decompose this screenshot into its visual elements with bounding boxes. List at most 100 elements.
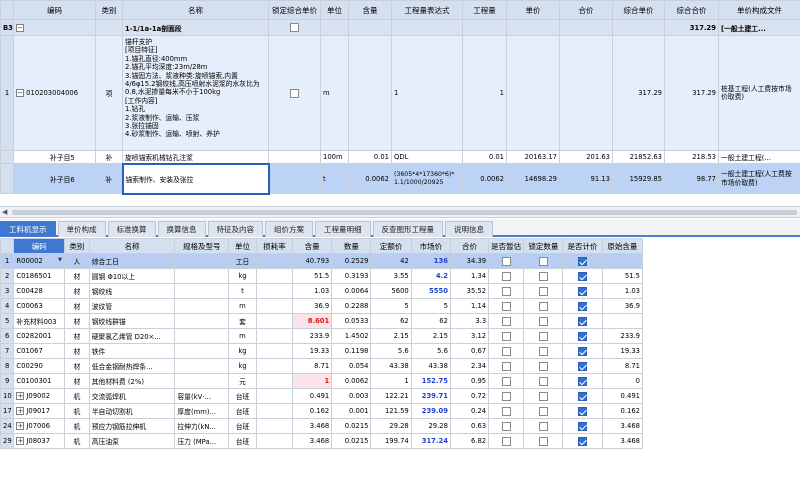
resource-loss[interactable]: [255, 403, 294, 419]
sub-item-row[interactable]: 补子目5 补 旋喷锚索机械钻孔注浆 100m 0.01 QDL 0.01 201…: [0, 150, 800, 164]
resource-loss[interactable]: [255, 298, 294, 314]
resource-row[interactable]: 24 + J07006 机预应力钢筋拉伸机 拉伸力(kN... 台班 3.468 0.0215…: [0, 418, 644, 434]
resource-name[interactable]: 半自动切割机: [88, 403, 176, 419]
resource-market[interactable]: 317.24: [410, 433, 451, 449]
resource-spec[interactable]: [174, 298, 230, 314]
priced-checkbox[interactable]: [578, 301, 588, 311]
tab-standard-conversion[interactable]: 标准换算: [107, 221, 156, 237]
resource-spec[interactable]: [174, 253, 230, 269]
resource-code-cell[interactable]: R00002 ▼: [13, 253, 65, 269]
item-description[interactable]: 锚杆支护 [项目特征] 1.锚孔直径:400mm 2.锚孔平均深度:23m/28…: [122, 35, 269, 151]
resource-spec[interactable]: [174, 358, 230, 374]
resource-qty[interactable]: 0.0215: [331, 418, 372, 434]
resource-content[interactable]: 0.162: [292, 403, 333, 419]
resource-content[interactable]: 0.491: [292, 388, 333, 404]
resource-name[interactable]: 综合工日: [88, 253, 176, 269]
item-quantity[interactable]: 1: [462, 35, 507, 151]
resource-loss[interactable]: [255, 373, 294, 389]
resource-row[interactable]: 6 C0282001 材硬聚氯乙烯管 D20×... m 233.9 1.4502 2.15…: [0, 328, 644, 344]
item-grid[interactable]: 编码 类别 名称 锁定综合单价 单位 含量 工程量表达式 工程量 单价 合价 综…: [0, 0, 800, 195]
resource-qty[interactable]: 0.0062: [331, 373, 372, 389]
resource-name[interactable]: 钢绞线: [88, 283, 176, 299]
resource-content[interactable]: 8.601: [292, 313, 333, 329]
provisional-checkbox[interactable]: [501, 391, 511, 401]
resource-loss[interactable]: [255, 418, 294, 434]
resource-qty[interactable]: 1.4502: [331, 328, 372, 344]
resource-name[interactable]: 预应力钢筋拉伸机: [88, 418, 176, 434]
dropdown-icon[interactable]: ▼: [58, 257, 62, 263]
item-expression[interactable]: 1: [391, 35, 463, 151]
resource-market[interactable]: 239.09: [410, 403, 451, 419]
sub-item-expression[interactable]: (3605*4*17360*6)*1.1/1000/20925: [391, 163, 463, 194]
resource-code-cell[interactable]: C0282001: [13, 328, 65, 344]
sub-item-file[interactable]: 一般土建工程(...: [718, 150, 800, 164]
lock-qty-checkbox[interactable]: [538, 301, 548, 311]
resource-spec[interactable]: [174, 268, 230, 284]
col-header[interactable]: 数量: [331, 238, 372, 254]
col-header[interactable]: 综合合价: [664, 0, 719, 20]
provisional-checkbox[interactable]: [501, 421, 511, 431]
resource-market[interactable]: 62: [410, 313, 451, 329]
col-header[interactable]: 工程量: [462, 0, 507, 20]
expand-icon[interactable]: +: [16, 437, 25, 445]
resource-loss[interactable]: [255, 343, 294, 359]
provisional-checkbox[interactable]: [501, 346, 511, 356]
sub-item-content[interactable]: 0.01: [348, 150, 392, 164]
resource-row[interactable]: 4 C00063 材波纹管 m 36.9 0.2288 5 5 1.14 36.9: [0, 298, 644, 314]
resource-loss[interactable]: [255, 283, 294, 299]
resource-loss[interactable]: [255, 328, 294, 344]
provisional-checkbox[interactable]: [501, 436, 511, 446]
lock-qty-checkbox[interactable]: [538, 421, 548, 431]
resource-market[interactable]: 43.38: [410, 358, 451, 374]
resource-content[interactable]: 40.793: [292, 253, 333, 269]
resource-qty[interactable]: 0.003: [331, 388, 372, 404]
tab-conversion-info[interactable]: 换算信息: [157, 221, 206, 237]
tab-features-content[interactable]: 特征及内容: [207, 221, 263, 237]
item-row[interactable]: 1 − 010203004006 项 锚杆支护 [项目特征] 1.锚孔直径:40…: [0, 35, 800, 151]
lock-qty-checkbox[interactable]: [538, 346, 548, 356]
resource-grid[interactable]: 编码 类别 名称 规格及型号 单位 损耗率 含量 数量 定额价 市场价 合价 是…: [0, 238, 644, 449]
col-header[interactable]: 是否暂估: [488, 238, 525, 254]
sub-item-name[interactable]: 锚索制作、安装及张拉: [121, 162, 270, 195]
resource-content[interactable]: 3.468: [292, 418, 333, 434]
priced-checkbox[interactable]: [578, 406, 588, 416]
resource-content[interactable]: 8.71: [292, 358, 333, 374]
priced-checkbox[interactable]: [578, 271, 588, 281]
lock-qty-checkbox[interactable]: [538, 331, 548, 341]
resource-market[interactable]: 136: [410, 253, 451, 269]
resource-code-cell[interactable]: C00290: [13, 358, 65, 374]
resource-name[interactable]: 圆钢 Φ10以上: [88, 268, 176, 284]
provisional-checkbox[interactable]: [501, 331, 511, 341]
resource-loss[interactable]: [255, 268, 294, 284]
sub-item-file[interactable]: 一般土建工程(人工费按市场价取费): [718, 163, 800, 194]
resource-content[interactable]: 51.5: [292, 268, 333, 284]
resource-spec[interactable]: 容量(kV·...: [174, 388, 230, 404]
resource-name[interactable]: 铁件: [88, 343, 176, 359]
resource-qty[interactable]: 0.054: [331, 358, 372, 374]
resource-name[interactable]: 其他材料费 (2%): [88, 373, 176, 389]
provisional-checkbox[interactable]: [501, 301, 511, 311]
scrollbar-thumb[interactable]: [12, 210, 797, 215]
expand-icon[interactable]: +: [16, 422, 25, 430]
col-header[interactable]: 是否计价: [562, 238, 603, 254]
priced-checkbox[interactable]: [578, 361, 588, 371]
sub-item-row-selected[interactable]: 补子目6 补 锚索制作、安装及张拉 t 0.0062 (3605*4*17360…: [0, 162, 800, 195]
resource-spec[interactable]: [174, 283, 230, 299]
resource-qty[interactable]: 0.3193: [331, 268, 372, 284]
priced-checkbox[interactable]: [578, 391, 588, 401]
resource-spec[interactable]: [174, 313, 230, 329]
resource-row[interactable]: 10 + J09002 机交流弧焊机 容量(kV·... 台班 0.491 0.003 122.…: [0, 388, 644, 404]
collapse-icon[interactable]: −: [16, 89, 24, 97]
collapse-icon[interactable]: −: [16, 23, 24, 32]
resource-content[interactable]: 3.468: [292, 433, 333, 449]
lock-qty-checkbox[interactable]: [538, 361, 548, 371]
section-row[interactable]: B3 − 1-1/1a-1a剖面段 317.29 [一般土建工...: [0, 19, 800, 36]
tab-labor-material-machine[interactable]: 工料机显示: [0, 221, 56, 237]
provisional-checkbox[interactable]: [501, 376, 511, 386]
resource-code-cell[interactable]: C0100301: [13, 373, 65, 389]
col-header[interactable]: 综合单价: [612, 0, 665, 20]
provisional-checkbox[interactable]: [501, 286, 511, 296]
resource-row[interactable]: 5 补充材料003 材钢绞线群锚套 8.601 0.0533 62 62 3.3: [0, 313, 644, 329]
priced-checkbox[interactable]: [578, 256, 588, 266]
resource-qty[interactable]: 0.0064: [331, 283, 372, 299]
